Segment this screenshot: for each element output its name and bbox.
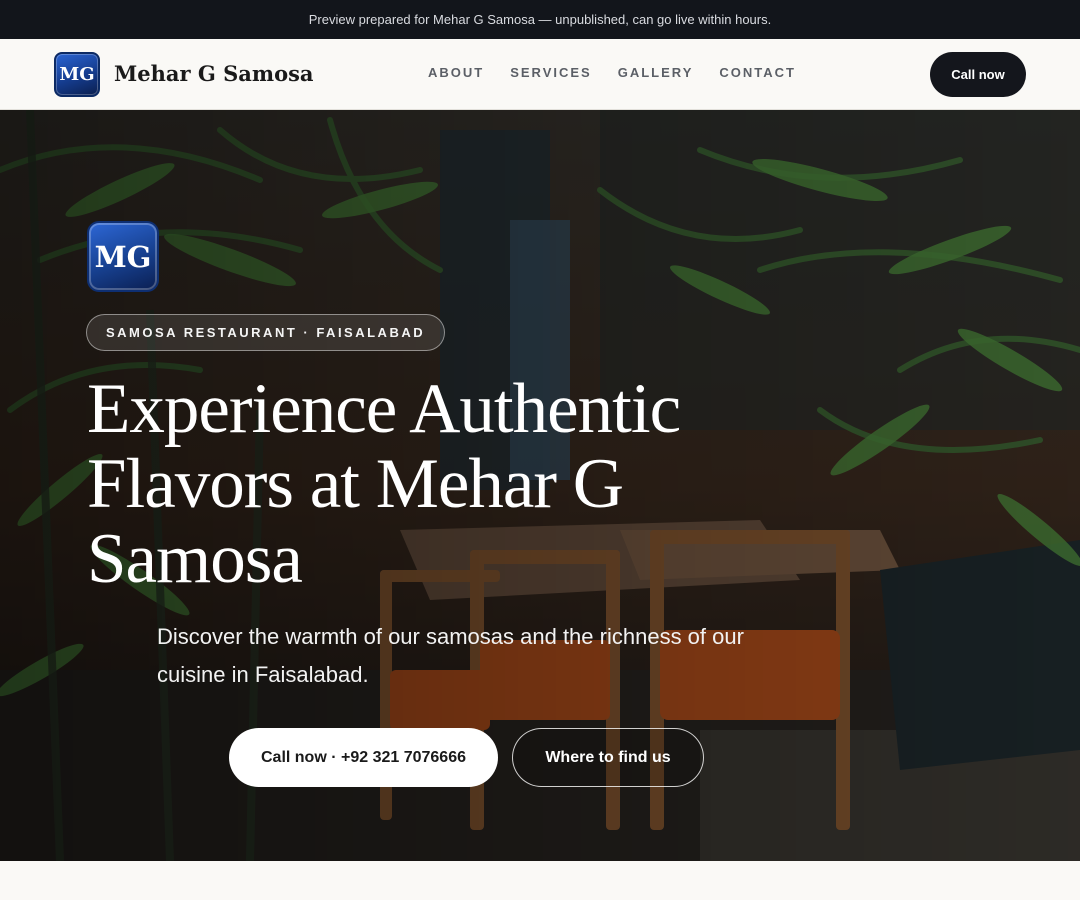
brand-logo[interactable]: MG bbox=[54, 52, 100, 97]
hero-title: Experience Authentic Flavors at Mehar G … bbox=[87, 370, 681, 598]
nav-contact[interactable]: CONTACT bbox=[719, 65, 796, 80]
main-nav: ABOUT SERVICES GALLERY CONTACT bbox=[428, 65, 796, 80]
hero-section: MG SAMOSA RESTAURANT · FAISALABAD Experi… bbox=[0, 110, 1080, 861]
hero-subtitle: Discover the warmth of our samosas and t… bbox=[157, 624, 744, 687]
nav-services[interactable]: SERVICES bbox=[510, 65, 592, 80]
next-section bbox=[0, 861, 1080, 900]
hero-location-button[interactable]: Where to find us bbox=[512, 728, 704, 787]
hero-logo: MG bbox=[87, 221, 159, 292]
announcement-text: Preview prepared for Mehar G Samosa — un… bbox=[308, 12, 772, 27]
header-call-button[interactable]: Call now bbox=[930, 52, 1026, 97]
announcement-bar: Preview prepared for Mehar G Samosa — un… bbox=[0, 0, 1080, 39]
hero-category-badge: SAMOSA RESTAURANT · FAISALABAD bbox=[86, 314, 446, 351]
nav-about[interactable]: ABOUT bbox=[428, 65, 484, 80]
hero-call-button[interactable]: Call now · +92 321 7076666 bbox=[229, 728, 498, 787]
brand-name[interactable]: Mehar G Samosa bbox=[114, 61, 314, 86]
site-header: MG Mehar G Samosa ABOUT SERVICES GALLERY… bbox=[0, 39, 1080, 110]
nav-gallery[interactable]: GALLERY bbox=[618, 65, 694, 80]
